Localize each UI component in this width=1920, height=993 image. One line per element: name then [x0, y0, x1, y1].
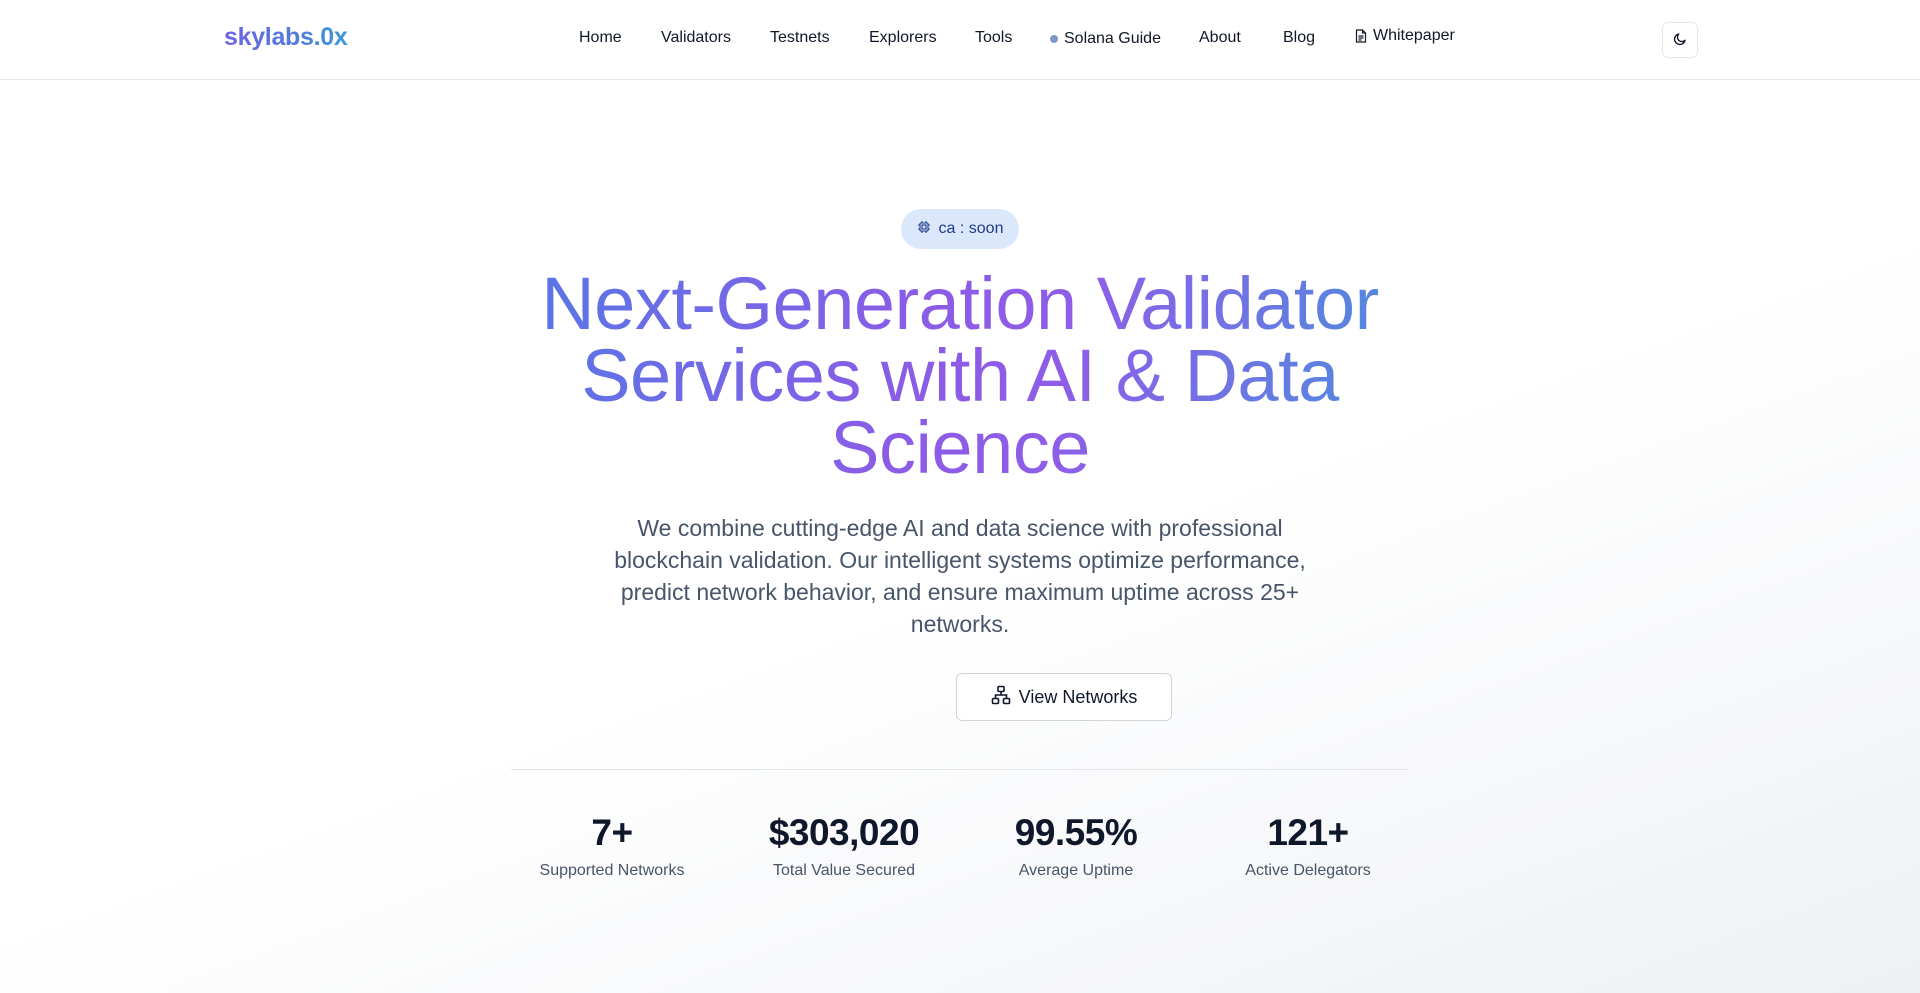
badge-text: ca : soon: [938, 220, 1004, 237]
nav-about-label: About: [1199, 29, 1241, 46]
stat-value: 121+: [1267, 812, 1349, 853]
nav-blog-label: Blog: [1283, 29, 1316, 46]
hero-title: Next-Generation Validator Services with …: [460, 267, 1460, 485]
moon-icon: [1673, 32, 1687, 49]
stat-supported-networks: 7+ Supported Networks: [502, 812, 722, 880]
stat-active-delegators: 121+ Active Delegators: [1198, 812, 1418, 880]
stat-total-value-secured: $303,020 Total Value Secured: [734, 812, 954, 880]
nav-tools-label: Tools: [975, 29, 1013, 46]
stat-value: 99.55%: [1014, 812, 1138, 853]
nav-home[interactable]: Home: [579, 29, 622, 47]
nav-about[interactable]: About: [1199, 29, 1241, 47]
nav-blog[interactable]: Blog: [1283, 29, 1315, 47]
stat-label: Average Uptime: [1018, 862, 1134, 879]
nav-solana-guide[interactable]: Solana Guide: [1050, 30, 1161, 48]
nav-solana-guide-label: Solana Guide: [1064, 30, 1161, 47]
hero-description: We combine cutting-edge AI and data scie…: [614, 515, 1306, 637]
nav-home-label: Home: [579, 29, 622, 46]
theme-toggle-button[interactable]: [1662, 22, 1698, 58]
main-nav: Home Validators Testnets Explorers Tools…: [0, 0, 1920, 80]
nav-whitepaper[interactable]: Whitepaper: [1355, 27, 1455, 45]
stat-label: Total Value Secured: [772, 862, 915, 879]
cpu-chip-icon: [917, 220, 931, 239]
nav-validators[interactable]: Validators: [661, 29, 731, 47]
section-divider: [511, 769, 1409, 770]
stat-average-uptime: 99.55% Average Uptime: [966, 812, 1186, 880]
stat-value: $303,020: [768, 812, 920, 853]
nav-explorers-label: Explorers: [869, 29, 937, 46]
stat-value: 7+: [591, 812, 633, 853]
nav-explorers[interactable]: Explorers: [869, 29, 937, 47]
site-header: skylabs.0x Home Validators Testnets Expl…: [0, 0, 1920, 80]
nav-validators-label: Validators: [661, 29, 731, 46]
status-dot-icon: [1050, 35, 1058, 43]
nav-testnets[interactable]: Testnets: [770, 29, 830, 47]
stat-label: Supported Networks: [539, 862, 685, 879]
contract-badge: ca : soon: [901, 209, 1019, 249]
nav-tools[interactable]: Tools: [975, 29, 1012, 47]
view-networks-label: View Networks: [1018, 686, 1138, 707]
nav-whitepaper-label: Whitepaper: [1373, 27, 1455, 44]
document-icon: [1355, 29, 1367, 43]
network-icon: [991, 685, 1011, 710]
stat-label: Active Delegators: [1245, 862, 1371, 879]
view-networks-button[interactable]: View Networks: [956, 673, 1172, 721]
nav-testnets-label: Testnets: [770, 29, 830, 46]
